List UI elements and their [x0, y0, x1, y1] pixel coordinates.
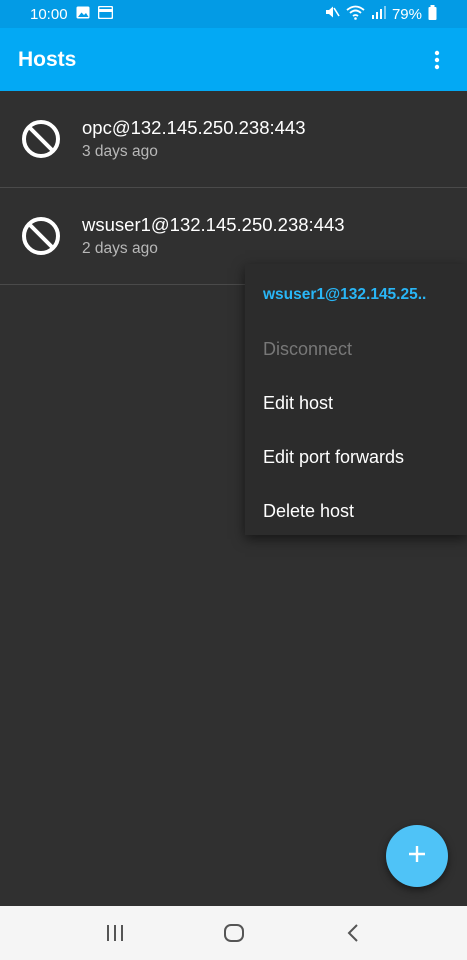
host-last-connected: 3 days ago [82, 143, 158, 160]
signal-icon [371, 5, 386, 23]
wifi-icon [346, 5, 365, 24]
recents-icon[interactable] [95, 913, 135, 953]
disconnected-icon [20, 118, 62, 160]
menu-item-edit-host[interactable]: Edit host [245, 376, 467, 430]
disconnected-icon [20, 215, 62, 257]
page-title: Hosts [18, 47, 77, 71]
status-bar: 10:00 79% [0, 0, 467, 28]
clock: 10:00 [30, 5, 68, 23]
host-last-connected: 2 days ago [82, 240, 158, 257]
menu-item-edit-port-forwards[interactable]: Edit port forwards [245, 430, 467, 484]
context-menu: wsuser1@132.145.25.. Disconnect Edit hos… [245, 264, 467, 535]
host-name: opc@132.145.250.238:443 [82, 117, 306, 138]
menu-item-disconnect: Disconnect [263, 339, 353, 359]
context-menu-header: wsuser1@132.145.25.. [263, 286, 427, 303]
host-list: opc@132.145.250.238:443 3 days ago wsuse… [0, 91, 467, 285]
system-nav-bar [0, 906, 467, 960]
menu-item-delete-host[interactable]: Delete host [245, 484, 467, 538]
card-icon [97, 5, 113, 23]
host-row[interactable]: opc@132.145.250.238:443 3 days ago [0, 91, 467, 188]
image-icon [76, 6, 90, 23]
battery-percent: 79% [391, 5, 422, 23]
home-icon[interactable] [214, 913, 254, 953]
battery-icon [428, 4, 437, 24]
mute-icon [324, 4, 340, 24]
app-bar: Hosts [0, 28, 467, 91]
add-icon [407, 844, 427, 869]
add-host-button[interactable] [386, 825, 448, 887]
more-vert-icon[interactable] [425, 40, 449, 80]
host-name: wsuser1@132.145.250.238:443 [82, 214, 345, 235]
back-icon[interactable] [333, 913, 373, 953]
